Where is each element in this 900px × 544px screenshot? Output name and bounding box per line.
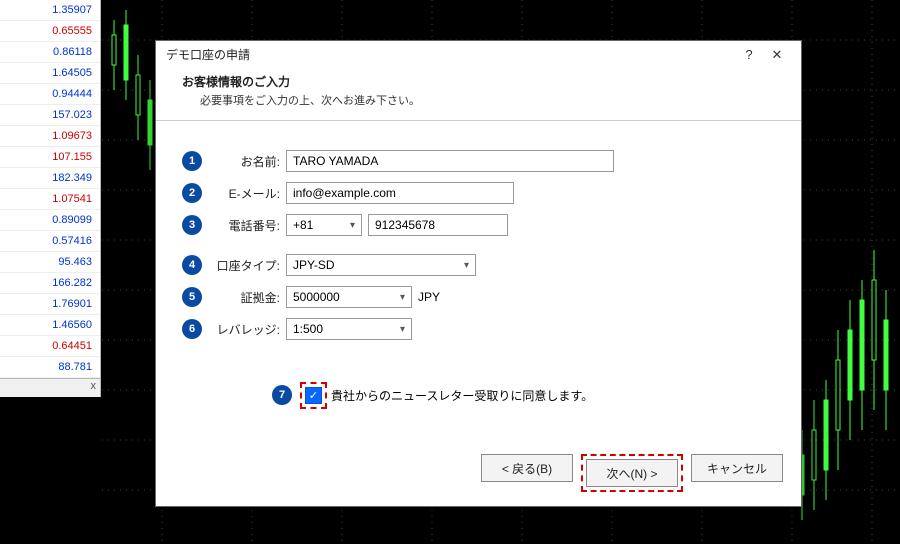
quote-row[interactable]: 0.65555 [0,21,100,42]
dialog-title: デモ口座の申請 [166,41,250,69]
step-badge-4: 4 [182,255,202,275]
help-button[interactable]: ? [735,41,763,69]
step-badge-3: 3 [182,215,202,235]
next-highlight: 次へ(N) > [581,454,683,492]
dialog-header: お客様情報のご入力 必要事項をご入力の上、次へお進み下さい。 [156,69,801,118]
consent-text: 貴社からのニュースレター受取りに同意します。 [331,387,593,404]
account-type-value: JPY-SD [293,258,335,272]
chevron-down-icon: ▾ [400,292,405,303]
quote-row[interactable]: 0.86118 [0,42,100,63]
quote-row[interactable]: 88.781 [0,357,100,378]
leverage-label: レバレッジ: [210,321,286,338]
quote-row[interactable]: 1.64505 [0,63,100,84]
leverage-select[interactable]: 1:500 ▾ [286,318,412,340]
chevron-down-icon: ▾ [350,220,355,231]
quote-row[interactable]: 0.94444 [0,84,100,105]
email-input[interactable] [286,182,514,204]
quote-row[interactable]: 1.09673 [0,126,100,147]
quote-row[interactable]: 0.57416 [0,231,100,252]
quote-row[interactable]: 182.349 [0,168,100,189]
deposit-currency: JPY [418,290,440,304]
close-icon[interactable]: x [91,380,97,392]
quotes-panel: 1.359070.655550.861181.645050.94444157.0… [0,0,101,397]
deposit-label: 証拠金: [210,289,286,306]
account-type-label: 口座タイプ: [210,257,286,274]
cancel-button[interactable]: キャンセル [691,454,783,482]
step-badge-2: 2 [182,183,202,203]
leverage-value: 1:500 [293,322,323,336]
step-badge-7: 7 [272,385,292,405]
chevron-down-icon: ▾ [464,260,469,271]
phone-country-select[interactable]: +81 ▾ [286,214,362,236]
quote-row[interactable]: 1.07541 [0,189,100,210]
dialog-footer: < 戻る(B) 次へ(N) > キャンセル [156,454,801,492]
quote-row[interactable]: 157.023 [0,105,100,126]
quote-row[interactable]: 0.89099 [0,210,100,231]
step-badge-5: 5 [182,287,202,307]
quote-row[interactable]: 1.35907 [0,0,100,21]
chevron-down-icon: ▾ [400,324,405,335]
account-type-select[interactable]: JPY-SD ▾ [286,254,476,276]
dialog-body: 1 お名前: 2 E-メール: 3 電話番号: +81 ▾ 4 口座タイプ: [156,121,801,411]
quote-row[interactable]: 107.155 [0,147,100,168]
email-label: E-メール: [210,185,286,202]
phone-number-input[interactable] [368,214,508,236]
name-label: お名前: [210,153,286,170]
quotes-panel-tab[interactable]: x [0,378,100,397]
quote-row[interactable]: 1.46560 [0,315,100,336]
dialog-header-subtitle: 必要事項をご入力の上、次へお進み下さい。 [182,92,775,108]
dialog-titlebar: デモ口座の申請 ? ✕ [156,41,801,69]
back-button[interactable]: < 戻る(B) [481,454,573,482]
next-button[interactable]: 次へ(N) > [586,459,678,487]
quote-row[interactable]: 95.463 [0,252,100,273]
consent-checkbox[interactable]: ✓ [305,387,322,404]
phone-label: 電話番号: [210,217,286,234]
step-badge-1: 1 [182,151,202,171]
name-input[interactable] [286,150,614,172]
quote-row[interactable]: 166.282 [0,273,100,294]
deposit-value: 5000000 [293,290,340,304]
consent-highlight: ✓ [300,382,327,409]
demo-account-dialog: デモ口座の申請 ? ✕ お客様情報のご入力 必要事項をご入力の上、次へお進み下さ… [155,40,802,507]
quote-row[interactable]: 0.64451 [0,336,100,357]
deposit-select[interactable]: 5000000 ▾ [286,286,412,308]
phone-country-value: +81 [293,218,313,232]
quote-row[interactable]: 1.76901 [0,294,100,315]
step-badge-6: 6 [182,319,202,339]
close-button[interactable]: ✕ [763,41,791,69]
dialog-header-title: お客様情報のご入力 [182,73,775,90]
